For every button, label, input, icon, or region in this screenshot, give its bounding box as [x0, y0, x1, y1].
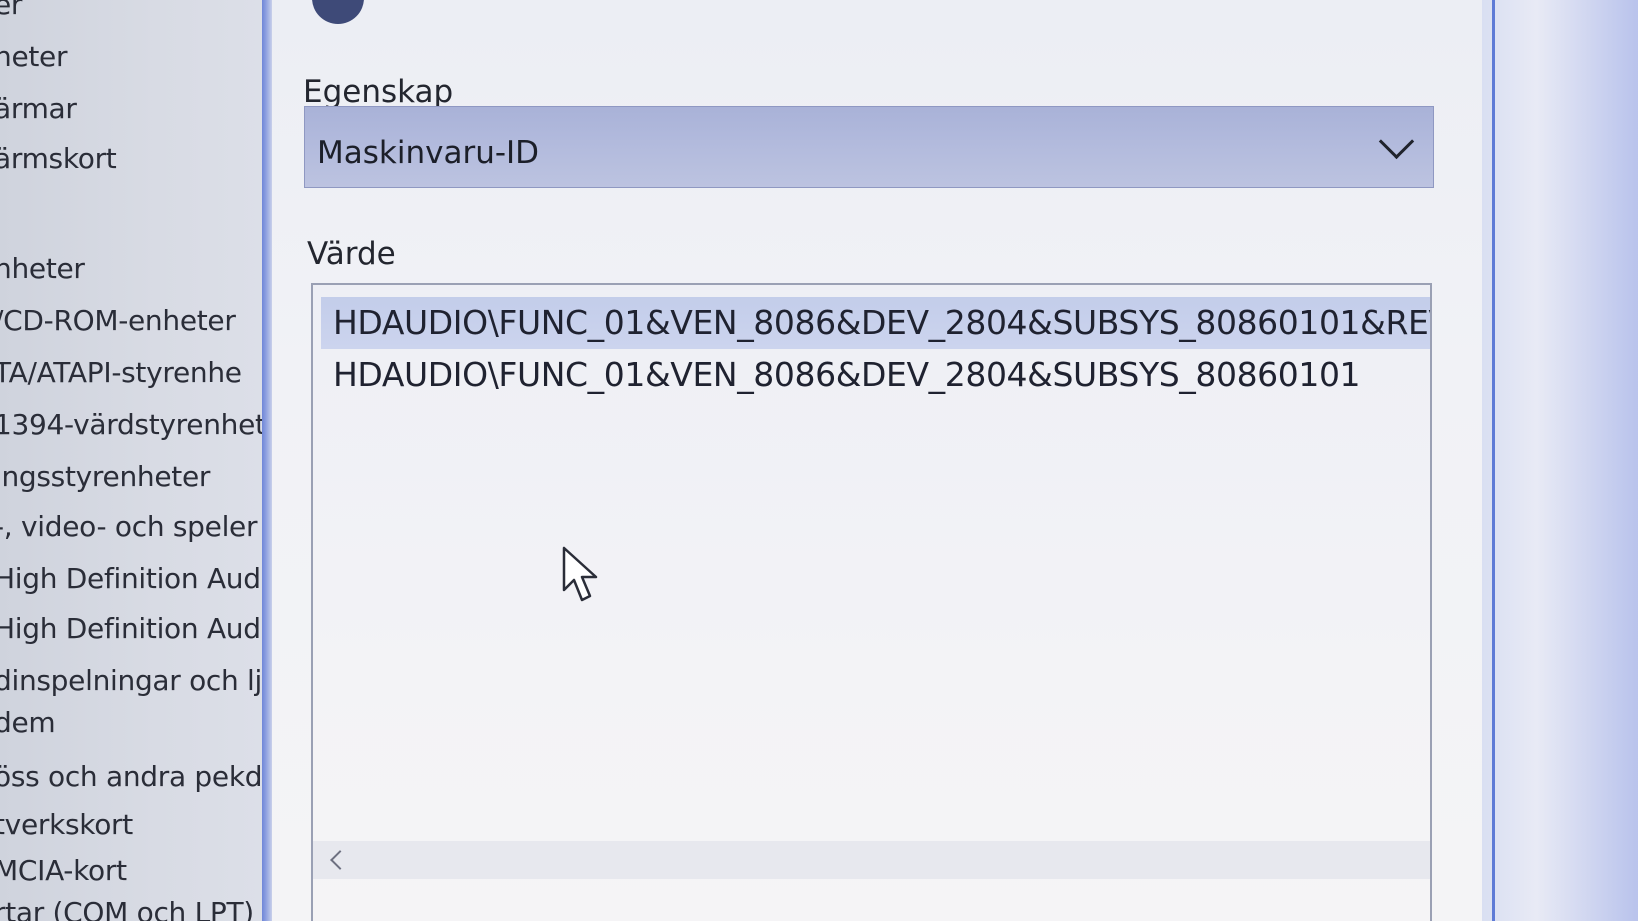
value-list-item-selected[interactable]: HDAUDIO\FUNC_01&VEN_8086&DEV_2804&SUBSYS…: [321, 297, 1430, 349]
device-tree-item[interactable]: heter: [0, 40, 68, 73]
property-dropdown-value: Maskinvaru-ID: [317, 135, 540, 171]
value-label: Värde: [307, 236, 396, 272]
device-tree-item[interactable]: er: [0, 0, 22, 21]
chevron-down-icon[interactable]: [1378, 123, 1415, 160]
device-tree-item[interactable]: ingsstyrenheter: [0, 460, 210, 493]
device-tree-item[interactable]: dem: [0, 706, 56, 739]
property-dropdown[interactable]: Maskinvaru-ID: [304, 106, 1434, 188]
device-tree-item[interactable]: TA/ATAPI-styrenhe: [0, 356, 242, 389]
device-tree-item[interactable]: dinspelningar och lju: [0, 664, 262, 697]
device-tree-item[interactable]: -, video- och speler: [0, 510, 257, 543]
chevron-left-icon[interactable]: [330, 850, 350, 870]
device-tree-item[interactable]: rtar (COM och LPT): [0, 896, 254, 921]
horizontal-scrollbar[interactable]: [313, 841, 1430, 879]
device-tree-item[interactable]: High Definition Aud: [0, 612, 261, 645]
device-tree-panel: er heter ärmar ärmskort nheter /CD-ROM-e…: [0, 0, 262, 921]
dialog-window-edge: [1482, 0, 1638, 921]
device-tree-item[interactable]: /CD-ROM-enheter: [0, 304, 236, 337]
device-tree-item[interactable]: ärmar: [0, 92, 77, 125]
value-listbox[interactable]: HDAUDIO\FUNC_01&VEN_8086&DEV_2804&SUBSYS…: [311, 283, 1432, 921]
device-tree-item[interactable]: MCIA-kort: [0, 854, 127, 887]
device-tree-item[interactable]: 1394-värdstyrenhet: [0, 408, 262, 441]
device-tree-item[interactable]: öss och andra pekdon: [0, 760, 262, 793]
device-tree-item[interactable]: High Definition Aud: [0, 562, 261, 595]
mouse-pointer-icon: [562, 546, 598, 602]
device-tree-item[interactable]: tverkskort: [0, 808, 133, 841]
property-label: Egenskap: [303, 74, 454, 110]
device-tree-item[interactable]: ärmskort: [0, 142, 117, 175]
value-list-item[interactable]: HDAUDIO\FUNC_01&VEN_8086&DEV_2804&SUBSYS…: [321, 349, 1361, 401]
panel-divider: [262, 0, 272, 921]
device-tree-item[interactable]: nheter: [0, 252, 85, 285]
